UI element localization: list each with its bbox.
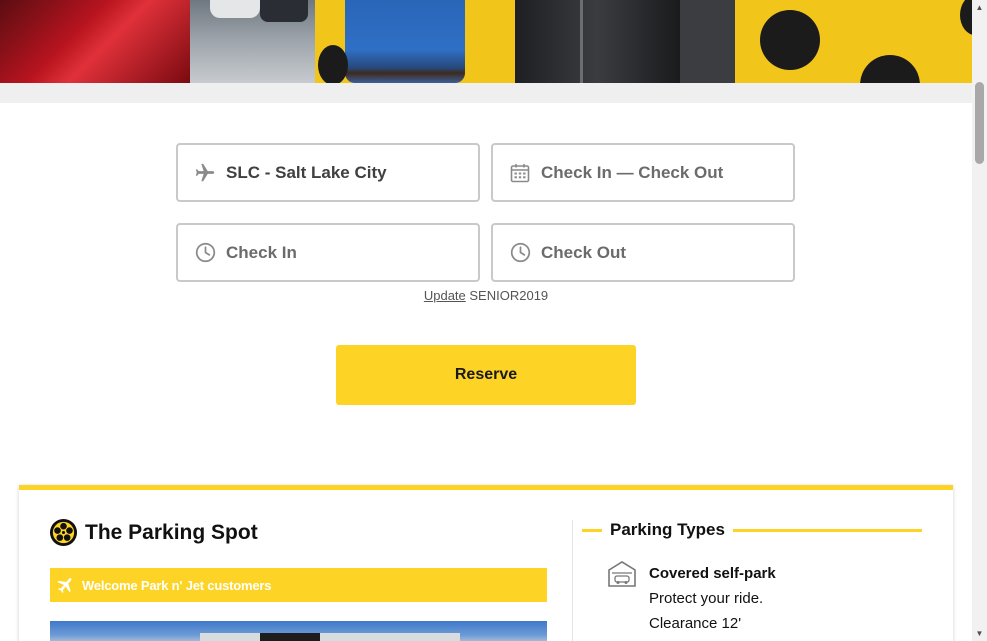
column-divider: [572, 520, 573, 641]
promo-code: SENIOR2019: [469, 288, 549, 303]
checkin-time-field[interactable]: Check In: [176, 223, 480, 282]
lot-photo: [50, 621, 547, 641]
checkout-time-field[interactable]: Check Out: [491, 223, 795, 282]
section-divider: [0, 83, 972, 103]
scrollbar[interactable]: ▲ ▼: [972, 0, 987, 641]
lot-card: The Parking Spot Welcome Park n' Jet cus…: [19, 485, 953, 641]
lot-name: The Parking Spot: [85, 521, 258, 544]
calendar-icon: [509, 162, 531, 184]
parking-type-detail: Protect your ride.: [649, 590, 764, 607]
scrollbar-thumb[interactable]: [975, 82, 984, 164]
welcome-text: Welcome Park n' Jet customers: [82, 577, 272, 593]
clock-icon: [194, 242, 216, 264]
reserve-button[interactable]: Reserve: [336, 345, 636, 405]
airport-value: SLC - Salt Lake City: [226, 162, 387, 182]
garage-icon: [608, 561, 636, 587]
clock-icon: [509, 242, 531, 264]
date-range-placeholder: Check In — Check Out: [541, 162, 724, 182]
parking-spot-logo-icon: [49, 518, 78, 547]
airplane-icon: [57, 578, 72, 593]
promo-code-line: Update SENIOR2019: [0, 288, 972, 303]
page: SLC - Salt Lake City Check In — Check Ou…: [0, 0, 987, 641]
airport-field[interactable]: SLC - Salt Lake City: [176, 143, 480, 202]
parking-type-detail: Clearance 12': [649, 615, 742, 632]
parking-type-name: Covered self-park: [649, 565, 776, 582]
parking-types-heading: Parking Types: [582, 518, 922, 542]
date-range-field[interactable]: Check In — Check Out: [491, 143, 795, 202]
scroll-up-arrow-icon[interactable]: ▲: [972, 0, 987, 15]
hero-photo: [0, 0, 972, 83]
parking-types-title: Parking Types: [610, 520, 725, 539]
airplane-icon: [194, 162, 216, 184]
checkin-placeholder: Check In: [226, 242, 297, 262]
welcome-banner: Welcome Park n' Jet customers: [50, 568, 547, 602]
scroll-down-arrow-icon[interactable]: ▼: [972, 626, 987, 641]
checkout-placeholder: Check Out: [541, 242, 627, 262]
update-promo-link[interactable]: Update: [424, 288, 466, 303]
